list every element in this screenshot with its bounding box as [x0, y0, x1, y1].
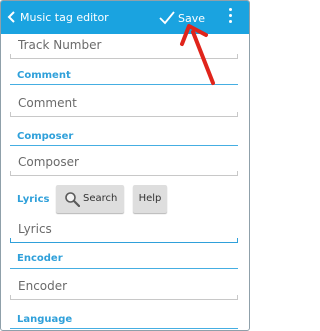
encoder-label: Encoder: [17, 253, 63, 264]
search-button-label: Search: [83, 193, 118, 204]
language-divider: [10, 328, 238, 329]
comment-input[interactable]: [18, 94, 228, 112]
app-title: Music tag editor: [20, 11, 109, 24]
save-button[interactable]: Save: [158, 6, 208, 30]
lyrics-field[interactable]: [10, 216, 238, 243]
action-bar: Music tag editor Save: [1, 1, 249, 34]
comment-divider: [10, 84, 238, 85]
track-number-field[interactable]: [10, 32, 238, 59]
composer-divider: [10, 145, 238, 146]
comment-label: Comment: [17, 70, 71, 81]
save-label: Save: [178, 12, 206, 25]
comment-field[interactable]: [10, 90, 238, 117]
lyrics-label: Lyrics: [17, 194, 50, 205]
search-button[interactable]: Search: [56, 185, 124, 213]
lyrics-input[interactable]: [18, 220, 228, 238]
magnifier-icon: [65, 192, 80, 207]
encoder-divider: [10, 268, 238, 269]
help-button[interactable]: Help: [133, 185, 167, 213]
encoder-input[interactable]: [18, 277, 228, 295]
check-icon: [159, 11, 175, 25]
composer-input[interactable]: [18, 153, 228, 171]
overflow-menu-icon[interactable]: [226, 8, 234, 28]
track-number-input[interactable]: [18, 36, 228, 54]
chevron-left-icon[interactable]: [6, 10, 18, 24]
app-window: Music tag editor Save Comment Composer L…: [0, 0, 250, 331]
composer-label: Composer: [17, 131, 74, 142]
encoder-field[interactable]: [10, 273, 238, 300]
language-label: Language: [17, 314, 73, 325]
composer-field[interactable]: [10, 149, 238, 176]
